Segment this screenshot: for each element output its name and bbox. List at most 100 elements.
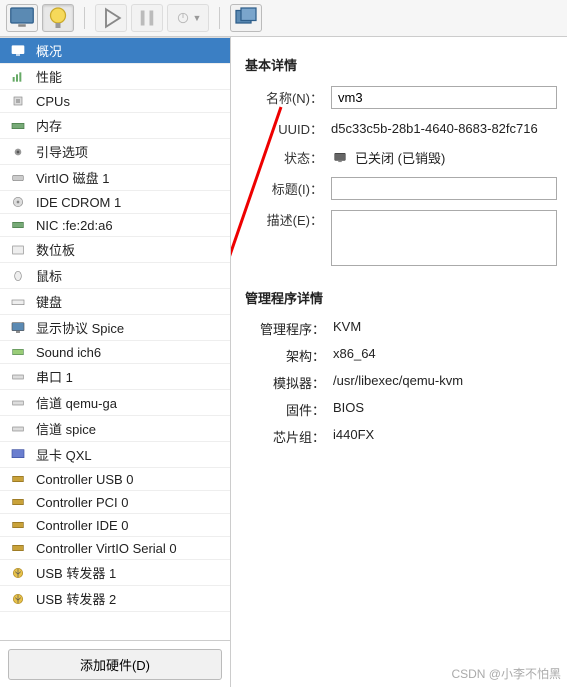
windows-icon: [231, 3, 261, 33]
sidebar-item-8[interactable]: 数位板: [0, 237, 230, 263]
sidebar-item-19[interactable]: Controller IDE 0: [0, 514, 230, 537]
description-input[interactable]: [331, 210, 557, 266]
sidebar-item-4[interactable]: 引导选项: [0, 139, 230, 165]
sidebar-item-label: Controller PCI 0: [36, 495, 128, 510]
hardware-sidebar: 概况性能 CPUs 内存引导选项 VirtIO 磁盘 1 IDE CDROM 1 NIC …: [0, 37, 231, 687]
nic-icon: [8, 217, 28, 233]
description-label: 描述(E)：: [245, 210, 331, 229]
sidebar-item-label: 内存: [36, 116, 62, 135]
status-label: 状态：: [245, 148, 331, 167]
controller-icon: [8, 494, 28, 510]
port-icon: [8, 421, 28, 437]
sidebar-item-label: 鼠标: [36, 266, 62, 285]
controller-icon: [8, 540, 28, 556]
chevron-down-icon: ▼: [193, 13, 202, 23]
sidebar-item-6[interactable]: IDE CDROM 1: [0, 191, 230, 214]
port-icon: [8, 369, 28, 385]
sidebar-item-label: Controller USB 0: [36, 472, 134, 487]
hypervisor-details-heading: 管理程序详情: [245, 288, 557, 307]
console-view-button[interactable]: [6, 4, 38, 32]
shutdown-button[interactable]: ▼: [167, 4, 209, 32]
uuid-label: UUID：: [245, 119, 331, 138]
cpu-icon: [8, 93, 28, 109]
fullscreen-button[interactable]: [230, 4, 262, 32]
sidebar-item-11[interactable]: 显示协议 Spice: [0, 315, 230, 341]
sidebar-item-22[interactable]: USB 转发器 2: [0, 586, 230, 612]
disk-icon: [8, 170, 28, 186]
sidebar-item-label: 引导选项: [36, 142, 88, 161]
sidebar-item-5[interactable]: VirtIO 磁盘 1: [0, 165, 230, 191]
sidebar-item-18[interactable]: Controller PCI 0: [0, 491, 230, 514]
sidebar-item-7[interactable]: NIC :fe:2d:a6: [0, 214, 230, 237]
status-value: 已关闭 (已销毁): [355, 148, 445, 167]
sidebar-item-label: 性能: [36, 67, 62, 86]
firmware-label: 固件：: [245, 400, 333, 419]
basic-details-heading: 基本详情: [245, 55, 557, 74]
sidebar-item-14[interactable]: 信道 qemu-ga: [0, 390, 230, 416]
video-icon: [8, 447, 28, 463]
sidebar-item-15[interactable]: 信道 spice: [0, 416, 230, 442]
sidebar-item-16[interactable]: 显卡 QXL: [0, 442, 230, 468]
chipset-value: i440FX: [333, 427, 374, 446]
sidebar-item-label: NIC :fe:2d:a6: [36, 218, 113, 233]
tablet-icon: [8, 242, 28, 258]
chart-icon: [8, 69, 28, 85]
monitor-icon: [8, 43, 28, 59]
gear-icon: [8, 144, 28, 160]
emulator-value: /usr/libexec/qemu-kvm: [333, 373, 463, 392]
name-label: 名称(N)：: [245, 88, 331, 107]
arch-value: x86_64: [333, 346, 376, 365]
sidebar-item-label: USB 转发器 2: [36, 589, 116, 608]
sidebar-item-label: 显卡 QXL: [36, 445, 92, 464]
hardware-list: 概况性能 CPUs 内存引导选项 VirtIO 磁盘 1 IDE CDROM 1 NIC …: [0, 37, 230, 640]
title-input[interactable]: [331, 177, 557, 200]
toolbar: ▼: [0, 0, 567, 37]
sidebar-item-20[interactable]: Controller VirtIO Serial 0: [0, 537, 230, 560]
sidebar-item-0[interactable]: 概况: [0, 38, 230, 64]
title-label: 标题(I)：: [245, 179, 331, 198]
memory-icon: [8, 118, 28, 134]
sidebar-item-2[interactable]: CPUs: [0, 90, 230, 113]
sidebar-item-label: Controller IDE 0: [36, 518, 128, 533]
sidebar-item-label: VirtIO 磁盘 1: [36, 168, 109, 187]
firmware-value: BIOS: [333, 400, 364, 419]
monitor-icon: [8, 320, 28, 336]
sidebar-item-17[interactable]: Controller USB 0: [0, 468, 230, 491]
sidebar-item-9[interactable]: 鼠标: [0, 263, 230, 289]
controller-icon: [8, 471, 28, 487]
sidebar-item-13[interactable]: 串口 1: [0, 364, 230, 390]
status-icon: [331, 151, 349, 165]
details-panel: 基本详情 名称(N)： UUID： d5c33c5b-28b1-4640-868…: [231, 37, 567, 687]
sidebar-item-label: 概况: [36, 41, 62, 60]
controller-icon: [8, 517, 28, 533]
usb-icon: [8, 565, 28, 581]
toolbar-separator: [84, 7, 85, 29]
sidebar-item-label: 信道 spice: [36, 419, 96, 438]
bulb-icon: [43, 3, 73, 33]
sidebar-item-label: 键盘: [36, 292, 62, 311]
add-hardware-button[interactable]: 添加硬件(D): [8, 649, 222, 680]
details-view-button[interactable]: [42, 4, 74, 32]
name-input[interactable]: [331, 86, 557, 109]
uuid-value: d5c33c5b-28b1-4640-8683-82fc716: [331, 121, 557, 136]
power-icon: [175, 10, 191, 26]
sidebar-item-12[interactable]: Sound ich6: [0, 341, 230, 364]
sidebar-item-label: 信道 qemu-ga: [36, 393, 117, 412]
sidebar-item-label: IDE CDROM 1: [36, 195, 121, 210]
run-button[interactable]: [95, 4, 127, 32]
pause-icon: [132, 3, 162, 33]
sound-icon: [8, 344, 28, 360]
sidebar-item-label: CPUs: [36, 94, 70, 109]
sidebar-item-3[interactable]: 内存: [0, 113, 230, 139]
play-icon: [96, 3, 126, 33]
sidebar-item-label: USB 转发器 1: [36, 563, 116, 582]
sidebar-item-label: 数位板: [36, 240, 75, 259]
mouse-icon: [8, 268, 28, 284]
sidebar-item-1[interactable]: 性能: [0, 64, 230, 90]
arch-label: 架构：: [245, 346, 333, 365]
sidebar-item-21[interactable]: USB 转发器 1: [0, 560, 230, 586]
hypervisor-value: KVM: [333, 319, 361, 338]
sidebar-item-10[interactable]: 键盘: [0, 289, 230, 315]
hypervisor-label: 管理程序：: [245, 319, 333, 338]
pause-button[interactable]: [131, 4, 163, 32]
